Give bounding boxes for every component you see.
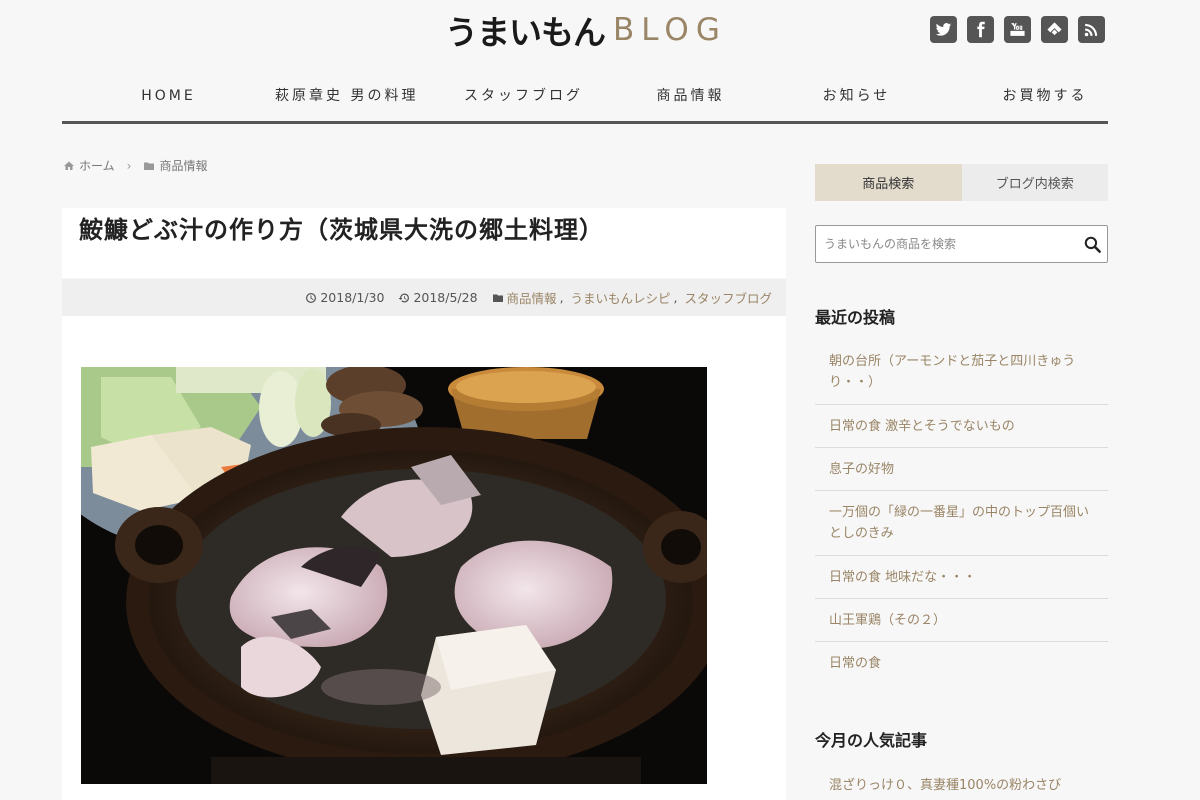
recent-post-link[interactable]: 一万個の「緑の一番星」の中のトップ百個いとしのきみ — [815, 491, 1108, 556]
search-icon[interactable] — [1077, 235, 1107, 254]
youtube-icon[interactable] — [1004, 16, 1031, 43]
popular-post-link[interactable]: 混ざりっけ０、真妻種100%の粉わさび — [815, 770, 1108, 800]
nav-item-shop[interactable]: お買物する — [960, 70, 1129, 121]
category-link[interactable]: スタッフブログ — [684, 288, 772, 307]
chevron-right-icon: › — [126, 158, 132, 173]
rss-icon[interactable] — [1078, 16, 1105, 43]
recent-post-link[interactable]: 日常の食 地味だな・・・ — [815, 556, 1108, 599]
home-icon — [64, 161, 74, 170]
nav-item-mens-cooking[interactable]: 萩原章史 男の料理 — [275, 70, 418, 121]
updated-date-text: 2018/5/28 — [413, 290, 478, 305]
article-meta: 2018/1/30 2018/5/28 商品情報, うまいもんレシピ, スタッフ… — [62, 279, 786, 316]
published-date-text: 2018/1/30 — [320, 290, 385, 305]
recent-post-link[interactable]: 日常の食 激辛とそうでないもの — [815, 405, 1108, 448]
category-link[interactable]: うまいもんレシピ — [571, 288, 671, 307]
nav-item-product-info[interactable]: 商品情報 — [628, 70, 752, 121]
folder-icon — [492, 294, 503, 302]
search-form — [815, 225, 1108, 263]
history-icon — [398, 293, 410, 302]
site-logo[interactable]: うまいもん BLOG — [445, 8, 727, 52]
published-date: 2018/1/30 — [305, 290, 384, 305]
recent-post-link[interactable]: 朝の台所（アーモンドと茄子と四川きゅうり・・） — [815, 340, 1108, 405]
logo-script-text: うまいもん — [445, 13, 606, 52]
article-body — [62, 316, 786, 800]
nav-item-news[interactable]: お知らせ — [752, 70, 960, 121]
hotpot-illustration — [81, 367, 707, 784]
logo-blog-text: BLOG — [613, 12, 727, 48]
category-link[interactable]: 商品情報 — [507, 288, 557, 307]
article-categories: 商品情報, うまいもんレシピ, スタッフブログ — [492, 288, 772, 307]
recent-post-link[interactable]: 山王軍鶏（その２） — [815, 599, 1108, 642]
twitter-icon[interactable] — [930, 16, 957, 43]
breadcrumb-home[interactable]: ホーム — [79, 157, 115, 174]
hotpot-photo — [81, 367, 707, 784]
breadcrumb-category[interactable]: 商品情報 — [159, 157, 207, 174]
nav-item-home[interactable]: HOME — [62, 70, 275, 121]
recent-post-link[interactable]: 息子の好物 — [815, 448, 1108, 491]
tab-blog-search[interactable]: ブログ内検索 — [961, 164, 1108, 201]
global-navigation: HOME 萩原章史 男の料理 スタッフブログ 商品情報 お知らせ お買物する — [62, 70, 1108, 124]
product-search-input[interactable] — [816, 226, 1077, 262]
facebook-icon[interactable] — [967, 16, 994, 43]
article-title: 鮟鱇どぶ汁の作り方（茨城県大洗の郷土料理） — [79, 216, 604, 244]
recent-post-link[interactable]: 日常の食 — [815, 642, 1108, 685]
updated-date: 2018/5/28 — [398, 290, 478, 305]
article-header: 鮟鱇どぶ汁の作り方（茨城県大洗の郷土料理） — [62, 208, 786, 278]
recent-posts-heading: 最近の投稿 — [815, 308, 896, 327]
search-tabs: 商品検索 ブログ内検索 — [815, 164, 1108, 201]
clock-icon — [306, 292, 317, 303]
tab-product-search[interactable]: 商品検索 — [815, 164, 962, 201]
feedly-icon[interactable] — [1041, 16, 1068, 43]
nav-item-staff-blog[interactable]: スタッフブログ — [418, 70, 628, 121]
folder-icon — [144, 162, 155, 170]
popular-posts-heading: 今月の人気記事 — [815, 731, 928, 750]
social-links — [930, 16, 1105, 43]
popular-posts-list: 混ざりっけ０、真妻種100%の粉わさび — [815, 770, 1108, 800]
recent-posts-list: 朝の台所（アーモンドと茄子と四川きゅうり・・） 日常の食 激辛とそうでないもの … — [815, 340, 1108, 685]
breadcrumb: ホーム › 商品情報 — [63, 157, 207, 174]
